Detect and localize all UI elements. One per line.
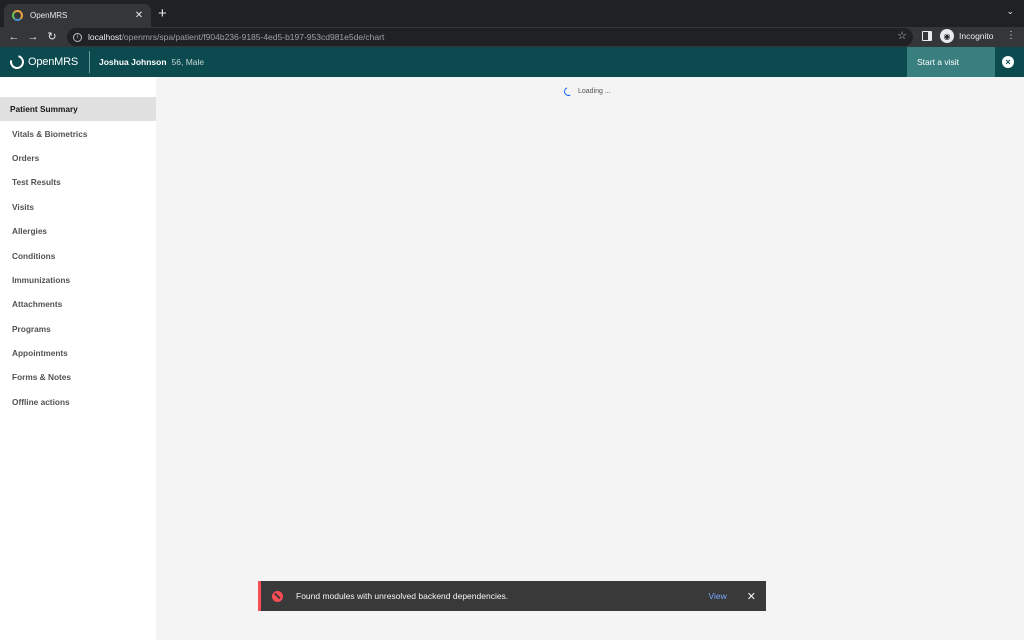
sidebar-item-visits[interactable]: Visits — [0, 195, 156, 219]
sidebar-item-programs[interactable]: Programs — [0, 317, 156, 341]
new-tab-button[interactable]: + — [158, 5, 167, 23]
close-tab-icon[interactable]: ✕ — [133, 10, 145, 21]
error-icon — [272, 590, 283, 602]
sidebar-item-conditions[interactable]: Conditions — [0, 243, 156, 267]
browser-tab[interactable]: OpenMRS ✕ — [4, 4, 151, 27]
toast-close-icon[interactable]: ✕ — [747, 590, 756, 603]
sidebar-item-attachments[interactable]: Attachments — [0, 292, 156, 316]
forward-button[interactable]: → — [26, 29, 40, 45]
toast-view-link[interactable]: View — [709, 591, 727, 601]
incognito-icon: ◉ — [940, 29, 954, 43]
start-visit-button[interactable]: Start a visit — [907, 47, 995, 77]
error-toast: Found modules with unresolved backend de… — [258, 581, 766, 611]
sidebar-item-patient-summary[interactable]: Patient Summary — [0, 97, 156, 122]
loading-text: Loading ... — [578, 88, 611, 95]
back-button[interactable]: ← — [7, 29, 21, 45]
bookmark-star-icon[interactable]: ☆ — [897, 29, 907, 42]
patient-age-gender: 56, Male — [171, 57, 205, 67]
tab-search-chevron-icon[interactable]: ⌄ — [1006, 6, 1014, 17]
reload-button[interactable]: ↻ — [45, 29, 59, 45]
patient-chart-sidebar: Patient Summary Vitals & Biometrics Orde… — [0, 77, 156, 640]
browser-menu-icon[interactable]: ⋮ — [1006, 30, 1016, 41]
address-bar[interactable]: i localhost/openmrs/spa/patient/f904b236… — [67, 28, 913, 46]
side-panel-icon[interactable] — [922, 31, 932, 41]
sidebar-item-orders[interactable]: Orders — [0, 146, 156, 170]
patient-name: Joshua Johnson — [99, 57, 167, 67]
site-info-icon[interactable]: i — [73, 32, 82, 42]
browser-tabstrip: OpenMRS ✕ + ⌄ — [0, 0, 1024, 27]
app-header: OpenMRS Joshua Johnson 56, Male Start a … — [0, 47, 1024, 77]
url-host: localhost — [88, 32, 122, 42]
sidebar-item-forms-notes[interactable]: Forms & Notes — [0, 365, 156, 389]
sidebar-item-test-results[interactable]: Test Results — [0, 170, 156, 194]
logo-text: OpenMRS — [28, 56, 78, 68]
sidebar-item-vitals-biometrics[interactable]: Vitals & Biometrics — [0, 121, 156, 145]
toast-message: Found modules with unresolved backend de… — [296, 591, 509, 601]
incognito-profile[interactable]: ◉ Incognito — [940, 29, 994, 43]
sidebar-item-immunizations[interactable]: Immunizations — [0, 268, 156, 292]
main-content: Loading ... — [156, 77, 1024, 640]
close-patient-chart-icon[interactable]: × — [1002, 56, 1014, 68]
profile-label: Incognito — [959, 31, 994, 41]
sidebar-item-offline-actions[interactable]: Offline actions — [0, 390, 156, 414]
loading-spinner-icon — [562, 85, 575, 98]
url-text[interactable]: localhost/openmrs/spa/patient/f904b236-9… — [88, 32, 384, 42]
openmrs-logo[interactable]: OpenMRS — [0, 51, 90, 73]
sidebar-item-allergies[interactable]: Allergies — [0, 219, 156, 243]
url-path: /openmrs/spa/patient/f904b236-9185-4ed5-… — [121, 32, 385, 42]
tab-title: OpenMRS — [30, 11, 68, 20]
openmrs-favicon-icon — [12, 10, 23, 21]
browser-toolbar: ← → ↻ i localhost/openmrs/spa/patient/f9… — [0, 27, 1024, 47]
loading-indicator: Loading ... — [562, 85, 611, 98]
sidebar-item-appointments[interactable]: Appointments — [0, 341, 156, 365]
openmrs-logo-icon — [7, 52, 27, 72]
